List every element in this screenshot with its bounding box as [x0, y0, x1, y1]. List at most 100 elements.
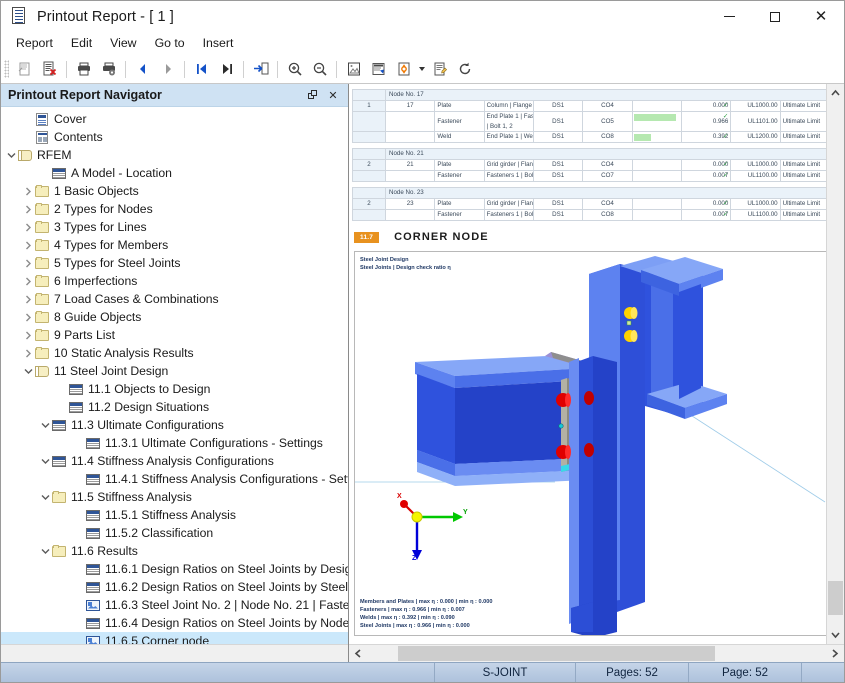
- tree-item[interactable]: 11 Steel Joint Design: [1, 362, 348, 380]
- chevron-down-icon[interactable]: [39, 458, 52, 465]
- tree-item[interactable]: 11.6.4 Design Ratios on Steel Joints by …: [1, 614, 348, 632]
- tree-item[interactable]: 11.3.1 Ultimate Configurations - Setting…: [1, 434, 348, 452]
- horizontal-scroll-thumb[interactable]: [398, 646, 715, 661]
- chevron-down-icon[interactable]: [22, 368, 35, 375]
- first-page-icon[interactable]: [189, 57, 214, 81]
- tree-item-label: 11.6.4 Design Ratios on Steel Joints by …: [105, 616, 348, 630]
- menu-view[interactable]: View: [101, 34, 145, 53]
- float-panel-icon[interactable]: [305, 87, 321, 103]
- tree-item[interactable]: 9 Parts List: [1, 326, 348, 344]
- toolbar-separator: [277, 60, 278, 78]
- tree-item[interactable]: Contents: [1, 128, 348, 146]
- document-viewport: Node No. 17 1 17 Plate Column | Flange 1 DS1 C…: [349, 84, 826, 644]
- tree-item[interactable]: 7 Load Cases & Combinations: [1, 290, 348, 308]
- zoom-out-icon[interactable]: [307, 57, 332, 81]
- tree-item[interactable]: A Model - Location: [1, 164, 348, 182]
- chevron-right-icon[interactable]: [22, 259, 35, 268]
- tree-item[interactable]: 11.6.5 Corner node: [1, 632, 348, 644]
- table-cell-type: Fastener: [434, 209, 485, 221]
- delete-report-icon[interactable]: [37, 57, 62, 81]
- tree-item[interactable]: 11.6 Results: [1, 542, 348, 560]
- chevron-down-icon[interactable]: [39, 422, 52, 429]
- tree-item-label: 11.3 Ultimate Configurations: [71, 418, 224, 432]
- tree-item[interactable]: 11.6.3 Steel Joint No. 2 | Node No. 21 |…: [1, 596, 348, 614]
- tree-item[interactable]: 4 Types for Members: [1, 236, 348, 254]
- chevron-right-icon[interactable]: [22, 313, 35, 322]
- chevron-down-icon[interactable]: [5, 152, 18, 159]
- menu-report[interactable]: Report: [7, 34, 62, 53]
- navigator-horizontal-scrollbar[interactable]: [1, 644, 348, 662]
- print-icon[interactable]: [71, 57, 96, 81]
- chevron-right-icon[interactable]: [22, 205, 35, 214]
- navigator-tree[interactable]: Cover Contents RFEM A Model - Location 1 Bas…: [1, 107, 348, 644]
- table-cell-ratio-bar: [631, 170, 682, 182]
- chevron-right-icon[interactable]: [22, 223, 35, 232]
- scroll-left-button[interactable]: [349, 645, 366, 662]
- print-preview-icon[interactable]: [12, 57, 37, 81]
- document-horizontal-scrollbar[interactable]: [349, 644, 844, 662]
- tree-item[interactable]: 11.6.1 Design Ratios on Steel Joints by …: [1, 560, 348, 578]
- horizontal-scroll-track[interactable]: [366, 645, 827, 662]
- chevron-right-icon[interactable]: [22, 277, 35, 286]
- tree-item[interactable]: RFEM: [1, 146, 348, 164]
- close-panel-icon[interactable]: ✕: [325, 87, 341, 103]
- chevron-down-icon[interactable]: [39, 548, 52, 555]
- zoom-in-icon[interactable]: [282, 57, 307, 81]
- vertical-scroll-track[interactable]: [827, 101, 844, 627]
- document-vertical-scrollbar[interactable]: [826, 84, 844, 644]
- chevron-right-icon[interactable]: [22, 331, 35, 340]
- chevron-down-icon[interactable]: [39, 494, 52, 501]
- tree-item[interactable]: 3 Types for Lines: [1, 218, 348, 236]
- tree-item[interactable]: 8 Guide Objects: [1, 308, 348, 326]
- figure-legend: Members and Plates | max η : 0.000 | min…: [360, 598, 492, 630]
- menu-insert[interactable]: Insert: [194, 34, 243, 53]
- tree-item[interactable]: 11.1 Objects to Design: [1, 380, 348, 398]
- tree-item[interactable]: 11.4 Stiffness Analysis Configurations: [1, 452, 348, 470]
- report-settings-icon[interactable]: [391, 57, 416, 81]
- scroll-up-button[interactable]: [827, 84, 844, 101]
- tree-item[interactable]: 11.2 Design Situations: [1, 398, 348, 416]
- next-page-icon[interactable]: [155, 57, 180, 81]
- scroll-right-button[interactable]: [827, 645, 844, 662]
- tree-item[interactable]: 2 Types for Nodes: [1, 200, 348, 218]
- previous-page-icon[interactable]: [130, 57, 155, 81]
- print-settings-icon[interactable]: [96, 57, 121, 81]
- edit-report-icon[interactable]: [427, 57, 452, 81]
- status-resize-grip[interactable]: [801, 663, 844, 682]
- tree-item[interactable]: 5 Types for Steel Joints: [1, 254, 348, 272]
- check-ok-icon: ✓: [722, 102, 729, 109]
- chevron-down-icon[interactable]: [416, 57, 427, 81]
- tree-item[interactable]: 11.3 Ultimate Configurations: [1, 416, 348, 434]
- minimize-button[interactable]: [706, 1, 752, 32]
- tree-item[interactable]: 6 Imperfections: [1, 272, 348, 290]
- page-setup-icon[interactable]: [341, 57, 366, 81]
- tree-item[interactable]: 11.5 Stiffness Analysis: [1, 488, 348, 506]
- maximize-button[interactable]: [752, 1, 798, 32]
- menu-edit[interactable]: Edit: [62, 34, 101, 53]
- tree-item[interactable]: 11.4.1 Stiffness Analysis Configurations…: [1, 470, 348, 488]
- table-cell-type: Fastener: [434, 111, 485, 132]
- chevron-right-icon[interactable]: [22, 187, 35, 196]
- chevron-right-icon[interactable]: [22, 295, 35, 304]
- last-page-icon[interactable]: [214, 57, 239, 81]
- tree-item[interactable]: 11.5.2 Classification: [1, 524, 348, 542]
- tree-item[interactable]: 10 Static Analysis Results: [1, 344, 348, 362]
- tree-item[interactable]: 1 Basic Objects: [1, 182, 348, 200]
- tree-item-label: Contents: [54, 130, 103, 144]
- close-button[interactable]: ✕: [798, 1, 844, 32]
- vertical-scroll-thumb[interactable]: [828, 581, 843, 615]
- tree-item[interactable]: Cover: [1, 110, 348, 128]
- selection-icon[interactable]: [366, 57, 391, 81]
- table-cell: [352, 187, 386, 199]
- tree-item[interactable]: 11.5.1 Stiffness Analysis: [1, 506, 348, 524]
- toolbar-grip[interactable]: [4, 60, 9, 78]
- refresh-icon[interactable]: [452, 57, 477, 81]
- menu-goto[interactable]: Go to: [146, 34, 194, 53]
- chevron-right-icon[interactable]: [22, 349, 35, 358]
- scroll-down-button[interactable]: [827, 627, 844, 644]
- chevron-right-icon[interactable]: [22, 241, 35, 250]
- coordinate-axes: X Y Z: [395, 493, 470, 565]
- main-body: Printout Report Navigator ✕ Cover Content…: [1, 84, 844, 662]
- go-to-page-icon[interactable]: [248, 57, 273, 81]
- tree-item[interactable]: 11.6.2 Design Ratios on Steel Joints by …: [1, 578, 348, 596]
